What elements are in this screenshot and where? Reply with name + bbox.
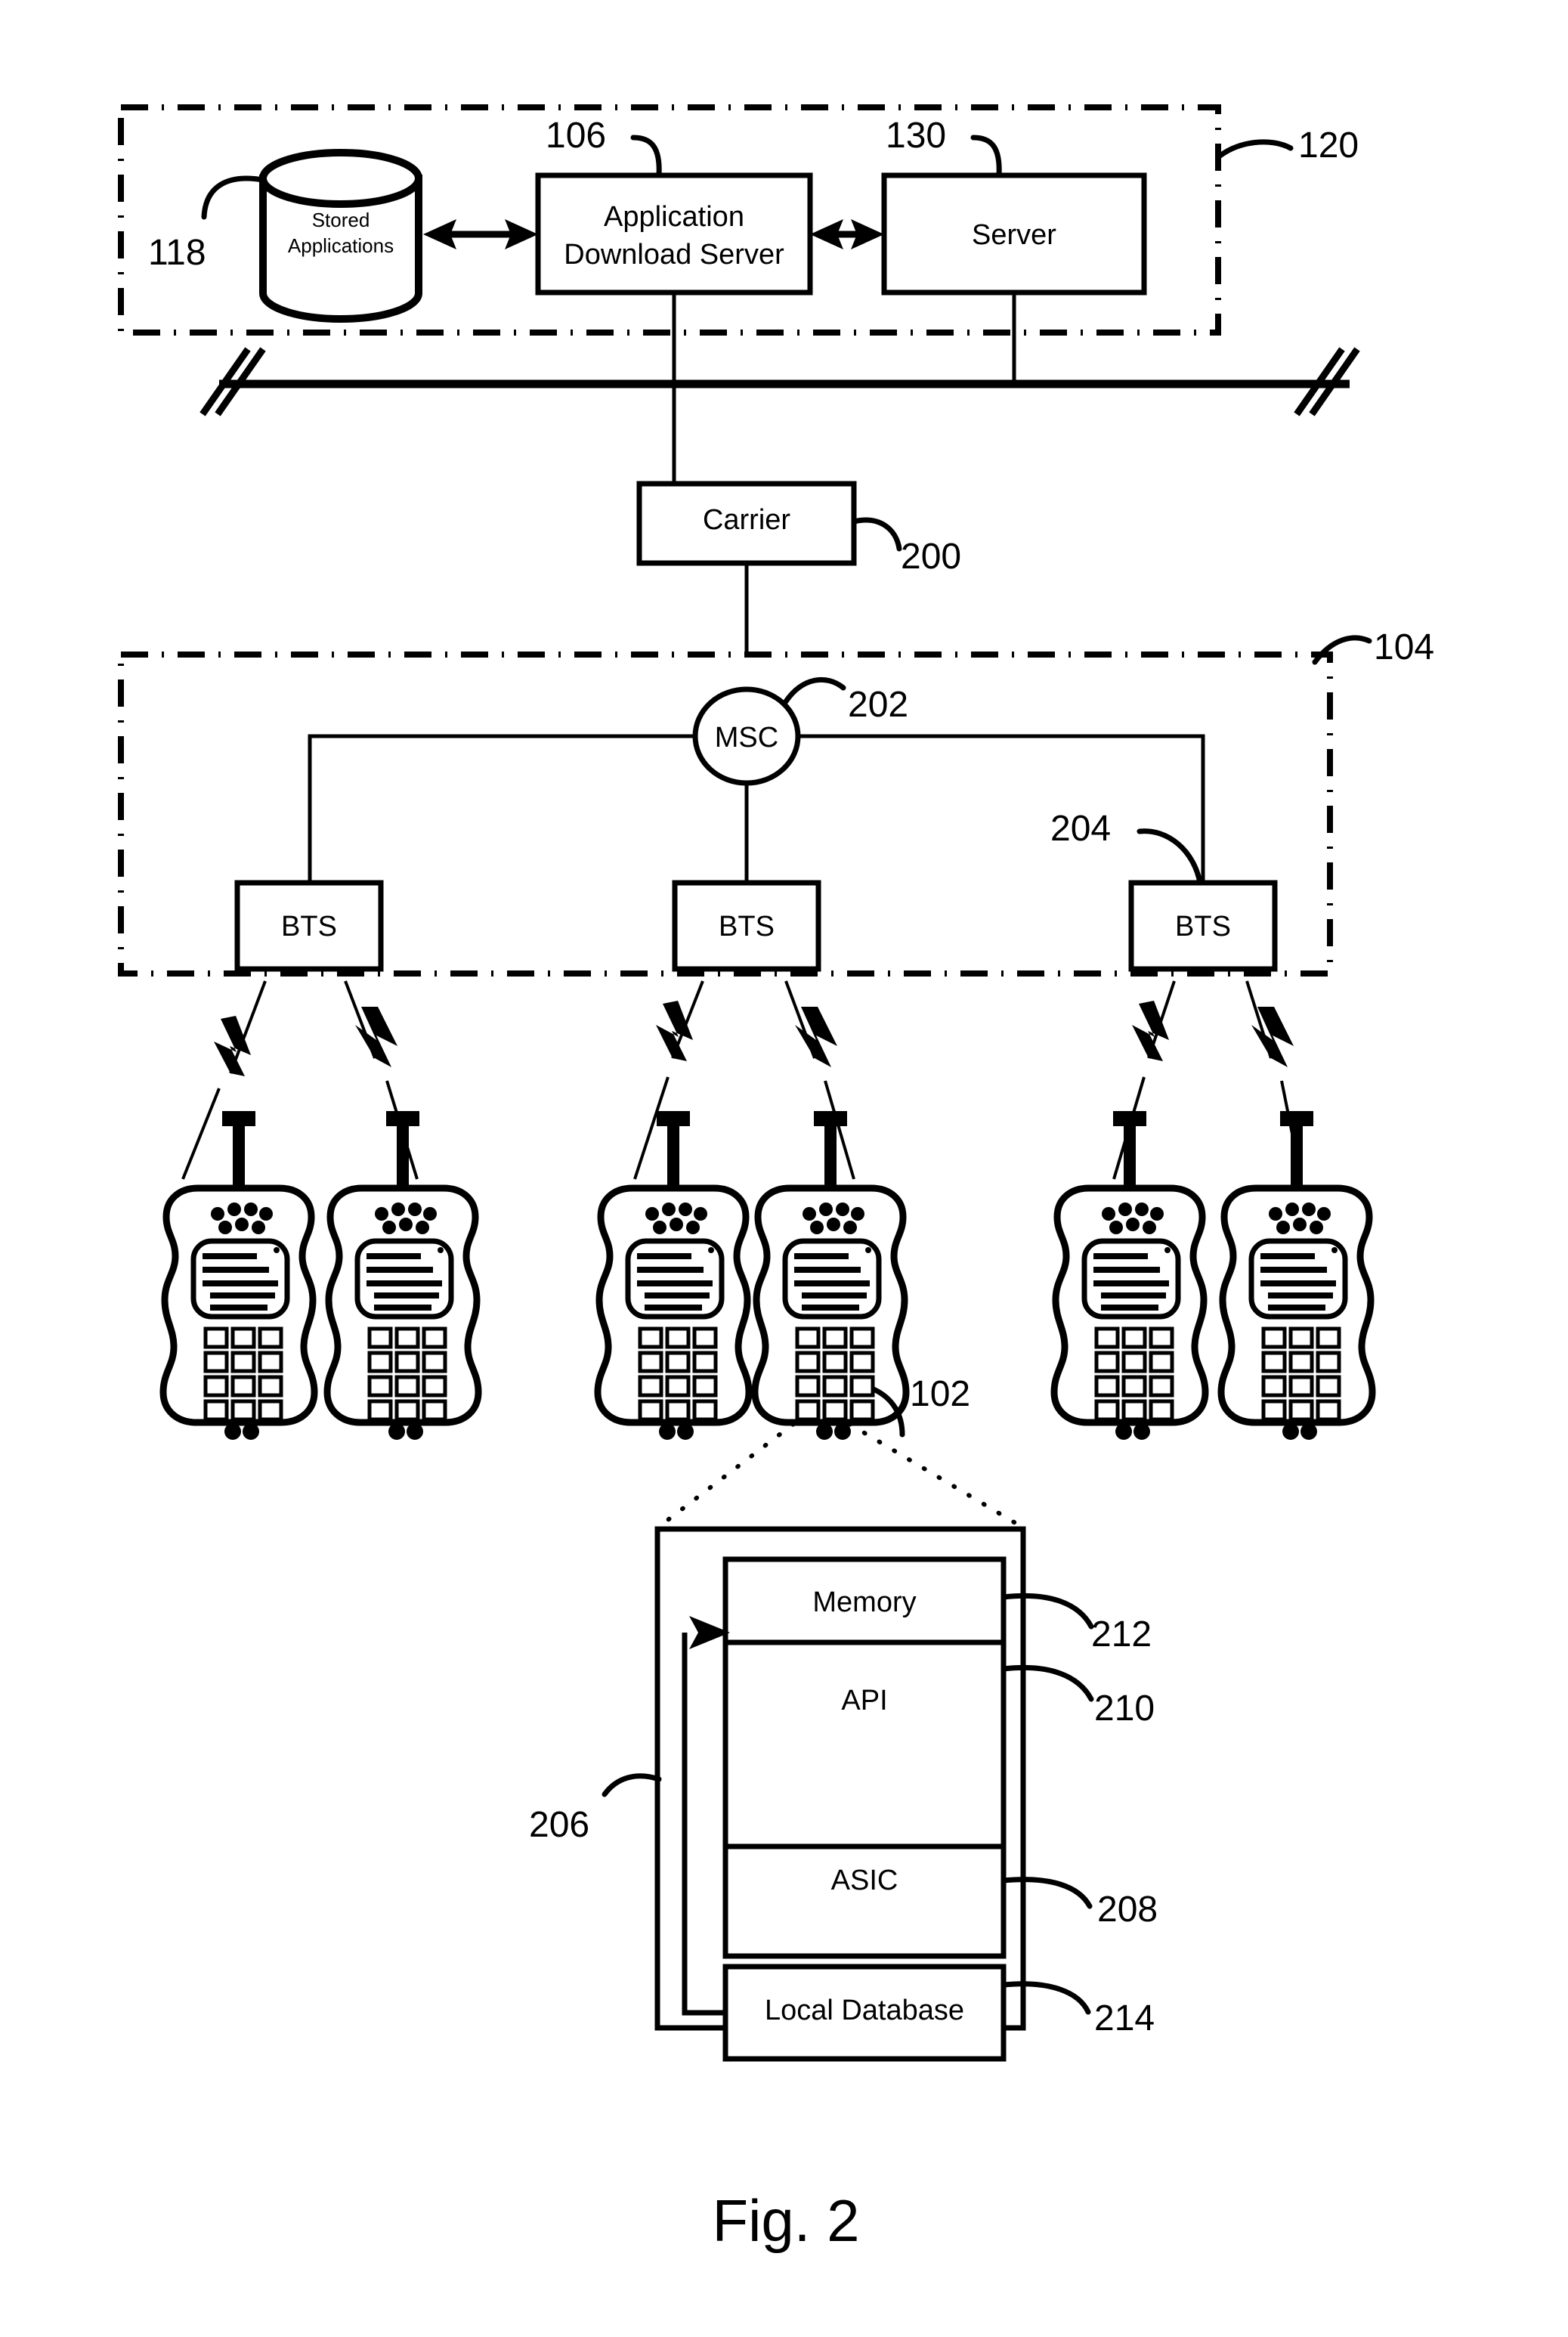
device-localdb-block: Local Database — [722, 1964, 1007, 2062]
local-database-label: Local Database — [765, 1995, 964, 2026]
bts-box-3: BTS — [1128, 880, 1278, 972]
ref-204-label: 204 — [1050, 809, 1111, 849]
ref-208-leader: 208 — [1000, 1877, 1158, 1930]
handset-1 — [163, 1111, 314, 1440]
stored-applications-label-line2: Applications — [288, 234, 394, 257]
carrier-box: Carrier — [636, 384, 857, 654]
rf-link-5 — [1112, 980, 1176, 1180]
ref-202-leader: 202 — [783, 676, 908, 725]
ref-120-leader: 120 — [1215, 125, 1359, 166]
application-download-server-label-line1: Application — [604, 201, 744, 233]
arrow-db-to-appserver — [423, 219, 538, 249]
application-download-server-box: Application Download Server — [535, 172, 813, 296]
bts-label-1: BTS — [281, 911, 337, 943]
ref-104-label: 104 — [1374, 627, 1434, 667]
figure-canvas: Stored Applications 118 Application Down… — [118, 104, 1434, 2254]
stored-applications-label-line1: Stored — [312, 209, 370, 231]
msc-label: MSC — [715, 722, 778, 754]
stored-applications-cylinder: Stored Applications — [259, 149, 422, 323]
ref-214-label: 214 — [1094, 1998, 1155, 2038]
ref-106-label: 106 — [546, 116, 606, 156]
rf-link-4 — [784, 980, 855, 1180]
ref-118-label: 118 — [148, 233, 206, 273]
msc-node: MSC — [692, 686, 801, 786]
bts-box-2: BTS — [672, 880, 821, 972]
handset-5 — [1054, 1111, 1205, 1440]
carrier-label: Carrier — [703, 504, 790, 536]
bts-label-3: BTS — [1175, 911, 1231, 943]
figure-caption: Fig. 2 — [712, 2187, 859, 2254]
device-api-block: API — [722, 1639, 1007, 1849]
ref-204-leader: 204 — [1050, 809, 1203, 886]
handset-6 — [1221, 1111, 1372, 1440]
ref-130-leader: 130 — [886, 116, 1002, 178]
memory-label: Memory — [812, 1586, 916, 1618]
ref-206-label: 206 — [529, 1805, 589, 1845]
ref-106-leader: 106 — [546, 116, 662, 178]
handset-2 — [327, 1111, 478, 1440]
ref-200-leader: 200 — [851, 517, 961, 577]
handset-3 — [598, 1111, 749, 1440]
ref-212-label: 212 — [1091, 1614, 1152, 1654]
server-box: Server — [881, 172, 1147, 296]
ref-102-label: 102 — [910, 1374, 970, 1414]
ref-210-label: 210 — [1094, 1689, 1155, 1729]
bts-label-2: BTS — [719, 911, 775, 943]
bts-box-1: BTS — [234, 880, 384, 972]
patent-figure-page: Stored Applications 118 Application Down… — [0, 0, 1568, 2337]
ref-200-label: 200 — [901, 537, 961, 577]
handset-4 — [755, 1111, 906, 1440]
ref-214-leader: 214 — [1000, 1981, 1155, 2038]
arrow-appserver-to-server — [810, 219, 884, 249]
asic-label: ASIC — [831, 1865, 898, 1896]
ref-130-label: 130 — [886, 116, 946, 156]
api-label: API — [841, 1685, 887, 1716]
rf-link-1 — [181, 980, 267, 1180]
device-memory-block: Memory — [722, 1556, 1007, 1645]
ref-118-leader: 118 — [148, 175, 266, 273]
server-label: Server — [972, 219, 1056, 251]
ref-120-label: 120 — [1298, 125, 1359, 166]
application-download-server-label-line2: Download Server — [564, 239, 784, 271]
ref-210-leader: 210 — [1000, 1664, 1155, 1729]
ref-208-label: 208 — [1097, 1890, 1158, 1930]
device-asic-block: ASIC — [722, 1843, 1007, 1959]
ref-202-label: 202 — [848, 685, 908, 725]
